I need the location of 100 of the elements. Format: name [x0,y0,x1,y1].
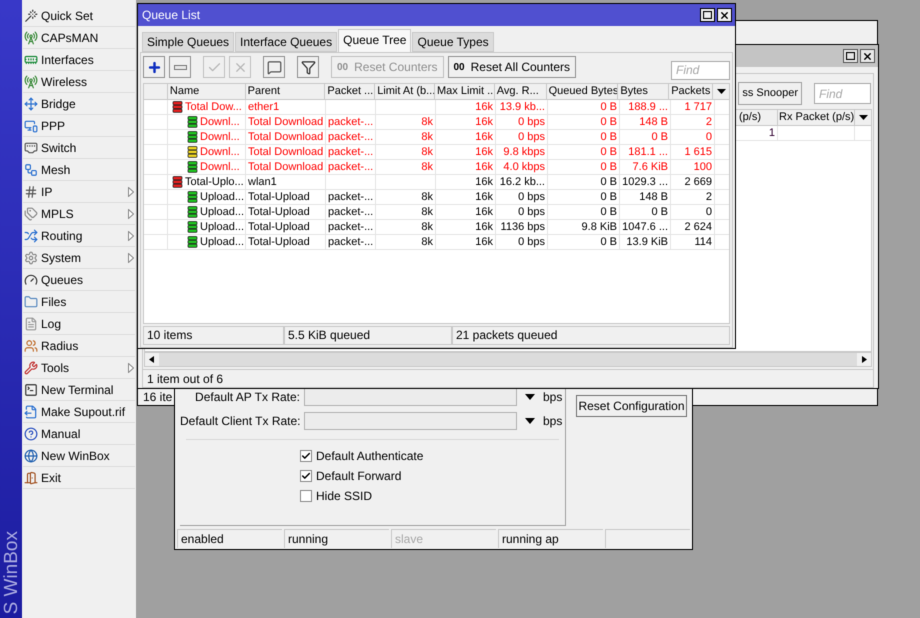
table-cell: 8k [421,206,433,218]
add-button[interactable] [143,56,165,78]
snooper-button[interactable]: ss Snooper [738,82,802,105]
menu-item[interactable]: Routing [23,225,135,247]
table-row[interactable]: Total-Uplo... wlan1 16k 16.2 kb... 0 B 1029.3 ... 2 669 [144,175,729,190]
globe-icon [24,448,38,462]
computer-icon [24,118,38,132]
column-header[interactable]: Max Limit ... [435,84,495,99]
table-cell: Total Download [248,131,324,143]
maximize-button[interactable] [700,8,715,22]
table-cell: 1 717 [684,101,712,113]
table-row[interactable]: Upload... Total-Upload packet-... 8k 16k 0 bps 0 B 148 B 2 [144,190,729,205]
menu-item[interactable]: Radius [23,335,135,357]
status-text: 16 ite [143,389,172,406]
table-cell: 0 bps [518,236,545,248]
table-row[interactable]: Upload... Total-Upload packet-... 8k 16k 1136 bps 9.8 KiB 1047.6 ... 2 624 [144,220,729,235]
dropdown-caret-icon[interactable] [525,418,535,424]
menu-item[interactable]: Make Supout.rif [23,401,135,423]
menu-item[interactable]: Queues [23,269,135,291]
checkbox[interactable] [300,450,312,462]
tab[interactable]: Queue Tree [338,29,412,52]
status-cell: 21 packets queued [452,326,730,345]
antenna-icon [24,74,38,88]
tab[interactable]: Interface Queues [235,32,338,52]
menu-item[interactable]: Switch [23,137,135,159]
horizontal-scrollbar[interactable] [144,352,872,367]
column-header[interactable]: Packets [669,84,714,99]
rate-field[interactable] [304,412,517,430]
table-cell: 16k [475,221,493,233]
menu-item[interactable]: New Terminal [23,379,135,401]
find-field[interactable]: Find [814,83,871,104]
table-cell: Total-Upload [248,191,310,203]
table-cell: 188.9 ... [628,101,668,113]
status-cell: slave [391,529,496,548]
remove-button[interactable] [169,56,191,78]
filter-button[interactable] [297,56,319,78]
status-cell: 5.5 KiB queued [284,326,452,345]
table-cell: 0 B [600,191,617,203]
close-button[interactable] [717,8,732,22]
column-header[interactable]: Parent [246,84,326,99]
maximize-button[interactable] [843,49,858,63]
dropdown-caret-icon[interactable] [525,394,535,400]
scroll-right-icon[interactable] [857,353,871,366]
table-cell: 4.0 kbps [503,161,545,173]
rate-field[interactable] [304,388,517,406]
scroll-left-icon[interactable] [145,353,159,366]
column-header[interactable]: Bytes [618,84,670,99]
menu-item[interactable]: IP [23,181,135,203]
table-cell: Total Download [248,146,324,158]
menu-item[interactable]: PPP [23,115,135,137]
column-header[interactable]: Packet ... [325,84,376,99]
table-cell: 16k [475,191,493,203]
menu-item[interactable]: Bridge [23,93,135,115]
tab[interactable]: Queue Types [412,32,494,52]
menu-item[interactable]: CAPsMAN [23,27,135,49]
checkbox[interactable] [300,490,312,502]
table-row[interactable]: Downl... Total Download packet-... 8k 16k 4.0 kbps 0 B 7.6 KiB 100 [144,160,729,175]
table-cell: Downl... [200,130,240,144]
table-row[interactable]: Downl... Total Download packet-... 8k 16k 0 bps 0 B 0 B 0 [144,130,729,145]
menu-item[interactable]: New WinBox [23,445,135,467]
reset-counters-button[interactable]: 00 Reset All Counters [448,56,576,78]
table-row[interactable]: Downl... Total Download packet-... 8k 16k 9.8 kbps 0 B 181.1 ... 1 615 [144,145,729,160]
table-row[interactable]: Upload... Total-Upload packet-... 8k 16k 0 bps 0 B 0 B 0 [144,205,729,220]
menu-item[interactable]: Files [23,291,135,313]
reset-configuration-button[interactable]: Reset Configuration [576,395,687,417]
comment-button[interactable] [263,56,285,78]
column-header[interactable]: Avg. R... [494,84,547,99]
menu-item[interactable]: Wireless [23,71,135,93]
menu-item[interactable]: MPLS [23,203,135,225]
table-cell: 148 B [639,116,668,128]
status-cell: 10 items [143,326,284,345]
column-header[interactable]: Rx Packet (p/s) [778,110,855,125]
close-button[interactable] [860,49,875,63]
table-row[interactable]: Upload... Total-Upload packet-... 8k 16k 0 bps 0 B 13.9 KiB 114 [144,235,729,250]
menu-item[interactable]: System [23,247,135,269]
menu-item[interactable]: Mesh [23,159,135,181]
menu-item[interactable]: Quick Set [23,5,135,27]
close-icon [719,10,730,20]
column-header[interactable]: Limit At (b... [375,84,435,99]
table-cell: ether1 [248,101,280,113]
table-cell: Total-Uplo... [185,175,244,189]
menu-item[interactable]: Log [23,313,135,335]
table-row[interactable]: Total Dow... ether1 16k 13.9 kb... 0 B 188.9 ... 1 717 [144,100,729,115]
arrows-icon [24,96,38,110]
submenu-arrow-icon [128,362,134,372]
table-cell: packet-... [328,116,374,128]
checkbox[interactable] [300,470,312,482]
wrench-icon [24,360,38,374]
column-header[interactable]: Name [168,84,246,99]
menu-item[interactable]: Exit [23,467,135,489]
menu-item[interactable]: Tools [23,357,135,379]
table-cell: 0 bps [518,116,545,128]
menu-item[interactable]: Interfaces [23,49,135,71]
find-field[interactable]: Find [671,60,730,80]
tab[interactable]: Simple Queues [142,32,234,52]
wand-icon [24,8,38,22]
table-row[interactable]: Downl... Total Download packet-... 8k 16k 0 bps 0 B 148 B 2 [144,115,729,130]
table-cell: 0 B [600,206,617,218]
column-header[interactable]: (p/s) [738,110,778,125]
menu-item[interactable]: Manual [23,423,135,445]
